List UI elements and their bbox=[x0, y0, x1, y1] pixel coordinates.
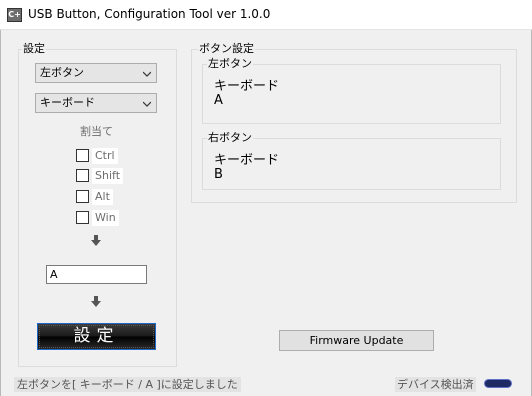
chevron-down-icon bbox=[143, 70, 151, 78]
win-label: Win bbox=[92, 210, 119, 226]
shift-checkbox[interactable] bbox=[76, 169, 89, 182]
window-title: USB Button, Configuration Tool ver 1.0.0 bbox=[28, 7, 271, 21]
left-button-type: キーボード bbox=[214, 79, 280, 94]
shift-label: Shift bbox=[92, 168, 124, 184]
chevron-down-icon bbox=[143, 100, 151, 108]
arrow-down-icon bbox=[91, 235, 101, 246]
set-button[interactable]: 設定 bbox=[37, 323, 156, 350]
button-select-value: 左ボタン bbox=[40, 66, 84, 79]
assign-label: 割当て bbox=[80, 125, 113, 138]
right-button-type: キーボード bbox=[214, 153, 280, 168]
alt-checkbox[interactable] bbox=[76, 190, 89, 203]
usb-device-icon bbox=[484, 379, 512, 388]
alt-label: Alt bbox=[92, 189, 113, 205]
arrow-down-icon bbox=[91, 296, 101, 307]
firmware-update-button[interactable]: Firmware Update bbox=[279, 330, 434, 351]
type-select-value: キーボード bbox=[40, 96, 95, 109]
title-bar[interactable]: C+ USB Button, Configuration Tool ver 1.… bbox=[0, 0, 532, 30]
ctrl-label: Ctrl bbox=[92, 148, 118, 164]
left-button-group-label: 左ボタン bbox=[207, 57, 253, 70]
type-select[interactable]: キーボード bbox=[35, 93, 157, 113]
app-icon: C+ bbox=[7, 8, 22, 22]
right-button-group-label: 右ボタン bbox=[207, 131, 253, 144]
ctrl-checkbox[interactable] bbox=[76, 149, 89, 162]
win-checkbox[interactable] bbox=[76, 211, 89, 224]
window-border-left bbox=[0, 30, 1, 396]
button-select[interactable]: 左ボタン bbox=[35, 63, 157, 83]
status-message: 左ボタンを[ キーボード / A ]に設定しました bbox=[14, 377, 241, 392]
settings-group-label: 設定 bbox=[22, 42, 46, 55]
right-button-key: B bbox=[214, 167, 223, 182]
device-status: デバイス検出済 bbox=[395, 377, 476, 392]
left-button-key: A bbox=[214, 93, 223, 108]
key-input[interactable]: A bbox=[46, 265, 147, 284]
button-config-group-label: ボタン設定 bbox=[198, 42, 255, 55]
left-button-group bbox=[202, 64, 501, 124]
